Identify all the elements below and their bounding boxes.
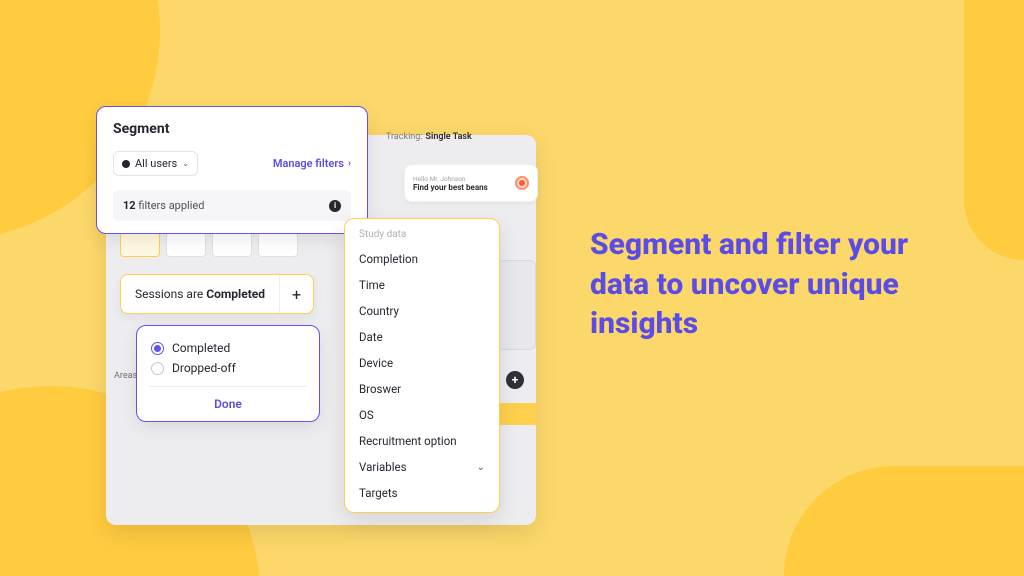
record-icon xyxy=(515,176,529,190)
filters-applied-bar[interactable]: 12 filters applied i xyxy=(113,190,351,221)
menu-item-targets[interactable]: Targets xyxy=(345,480,499,506)
radio-unselected-icon xyxy=(151,362,164,375)
globe-icon xyxy=(122,160,130,168)
segment-panel-title: Segment xyxy=(113,121,351,137)
session-status-popover: Completed Dropped-off Done xyxy=(136,325,320,422)
menu-item-label: Device xyxy=(359,356,393,370)
manage-filters-link[interactable]: Manage filters › xyxy=(273,157,351,170)
filters-count: 12 xyxy=(123,199,136,212)
study-data-menu: Study data Completion Time Country Date … xyxy=(344,218,500,513)
add-filter-button[interactable]: + xyxy=(279,275,313,313)
chevron-down-icon: ⌄ xyxy=(477,462,485,473)
all-users-label: All users xyxy=(135,157,177,170)
task-title: Find your best beans xyxy=(413,183,509,192)
bg-arc-top-right xyxy=(964,0,1024,260)
menu-item-label: Broswer xyxy=(359,382,401,396)
menu-item-label: Completion xyxy=(359,252,418,266)
status-option-completed[interactable]: Completed xyxy=(151,338,305,358)
menu-item-browser[interactable]: Broswer xyxy=(345,376,499,402)
segment-panel: Segment All users ⌄ Manage filters › 12 … xyxy=(96,106,368,234)
task-preview-card: Hello Mr. Johnson Find your best beans xyxy=(404,164,538,202)
bg-arc-bottom-right xyxy=(784,466,1024,576)
done-button[interactable]: Done xyxy=(151,393,305,411)
headline-text: Segment and filter your data to uncover … xyxy=(590,225,970,344)
study-data-menu-header: Study data xyxy=(345,229,499,246)
task-greeting: Hello Mr. Johnson xyxy=(413,175,509,183)
status-option-dropped-off[interactable]: Dropped-off xyxy=(151,358,305,378)
ghost-device-preview xyxy=(498,260,536,350)
menu-item-label: Date xyxy=(359,330,383,344)
menu-item-label: OS xyxy=(359,408,374,422)
all-users-dropdown[interactable]: All users ⌄ xyxy=(113,151,198,176)
chevron-down-icon: ⌄ xyxy=(182,159,189,168)
menu-item-os[interactable]: OS xyxy=(345,402,499,428)
chevron-right-icon: › xyxy=(348,158,351,169)
tracking-value: Single Task xyxy=(425,132,471,142)
menu-item-time[interactable]: Time xyxy=(345,272,499,298)
info-icon[interactable]: i xyxy=(329,200,341,212)
menu-item-label: Time xyxy=(359,278,385,292)
menu-item-date[interactable]: Date xyxy=(345,324,499,350)
sessions-chip-prefix: Sessions are xyxy=(135,287,206,301)
menu-item-label: Recruitment option xyxy=(359,434,457,448)
menu-item-label: Country xyxy=(359,304,399,318)
tracking-bar: Tracking: Single Task xyxy=(380,126,540,148)
divider xyxy=(149,386,307,387)
menu-item-variables[interactable]: Variables ⌄ xyxy=(345,454,499,480)
filters-applied-label: filters applied xyxy=(138,199,204,212)
status-option-label: Dropped-off xyxy=(172,361,236,375)
menu-item-device[interactable]: Device xyxy=(345,350,499,376)
menu-item-label: Targets xyxy=(359,486,398,500)
status-option-label: Completed xyxy=(172,341,230,355)
sessions-chip-value: Completed xyxy=(206,287,265,301)
menu-item-recruitment-option[interactable]: Recruitment option xyxy=(345,428,499,454)
tracking-label: Tracking: xyxy=(386,132,422,142)
menu-item-country[interactable]: Country xyxy=(345,298,499,324)
sessions-filter-chip[interactable]: Sessions are Completed + xyxy=(120,274,314,314)
menu-item-label: Variables xyxy=(359,460,407,474)
ghost-add-button: + xyxy=(506,371,524,389)
ghost-areas-label: Areas xyxy=(114,371,137,381)
menu-item-completion[interactable]: Completion xyxy=(345,246,499,272)
radio-selected-icon xyxy=(151,342,164,355)
manage-filters-label: Manage filters xyxy=(273,157,344,170)
